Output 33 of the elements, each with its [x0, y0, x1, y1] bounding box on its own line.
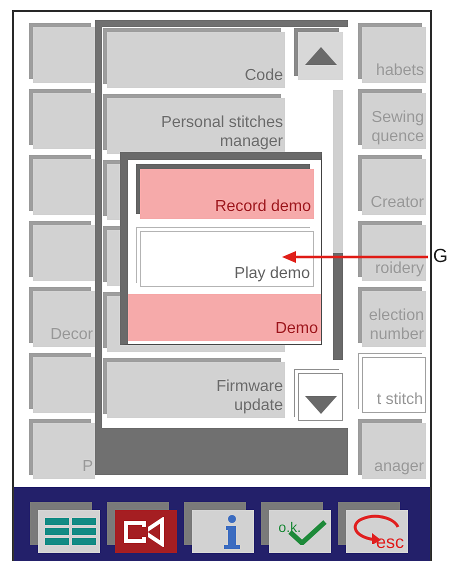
list-icon	[45, 518, 96, 545]
menu-button[interactable]: habets	[362, 27, 426, 83]
menu-button[interactable]: Creator	[362, 159, 426, 215]
exit-door-icon	[124, 516, 164, 546]
info-button[interactable]	[192, 510, 254, 553]
menu-button[interactable]: Code	[107, 32, 285, 88]
ok-button[interactable]: o.k.	[269, 510, 331, 553]
scroll-up-button[interactable]	[298, 32, 343, 80]
esc-label: esc	[376, 532, 404, 552]
menu-button[interactable]: anager	[362, 423, 426, 479]
esc-button[interactable]: esc	[346, 510, 408, 553]
down-triangle-icon	[304, 396, 336, 414]
menu-button[interactable]	[33, 159, 95, 215]
menu-button[interactable]	[33, 357, 95, 413]
scrollbar-thumb[interactable]	[333, 253, 343, 360]
up-triangle-icon	[304, 47, 336, 65]
menu-button[interactable]: election number	[362, 291, 426, 347]
menu-button[interactable]: P	[33, 423, 95, 479]
demo-option-button[interactable]: Record demo	[140, 169, 314, 219]
callout-label: G	[433, 246, 448, 268]
list-button[interactable]	[38, 510, 100, 553]
menu-button[interactable]: Sewing quence	[362, 93, 426, 149]
menu-button[interactable]	[33, 27, 95, 83]
menu-button[interactable]: Decor	[33, 291, 95, 347]
demo-option-button[interactable]: Demo	[128, 294, 321, 341]
info-icon	[224, 514, 240, 548]
exit-button[interactable]	[115, 510, 177, 553]
menu-button[interactable]	[33, 225, 95, 281]
menu-button[interactable]: Firmware update	[107, 362, 285, 418]
ok-label: o.k.	[278, 518, 301, 534]
menu-button[interactable]: Personal stitches manager	[107, 98, 285, 154]
menu-button[interactable]: roidery	[362, 225, 426, 281]
menu-button[interactable]	[33, 93, 95, 149]
